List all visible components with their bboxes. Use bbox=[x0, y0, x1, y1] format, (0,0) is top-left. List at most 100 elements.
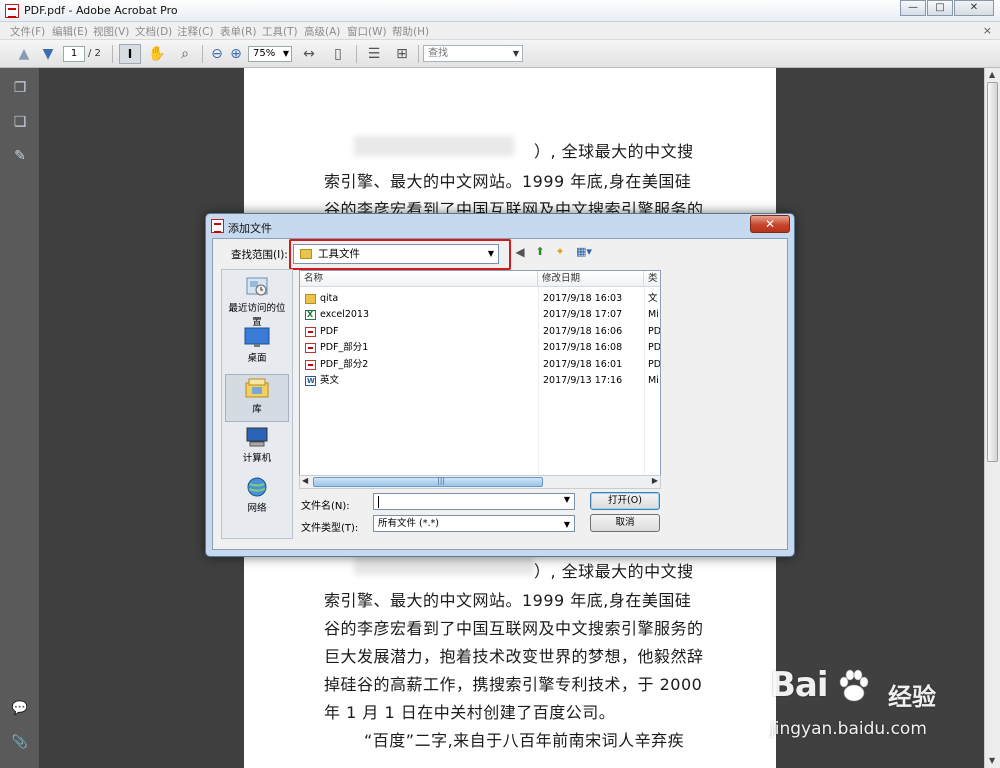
scrollbar-thumb[interactable]: ||| bbox=[313, 476, 543, 487]
marquee-zoom-icon[interactable]: ⌕ bbox=[175, 44, 195, 64]
zoom-select[interactable]: 75% ▼ bbox=[248, 46, 292, 62]
highlight-annotation bbox=[289, 239, 511, 270]
file-row[interactable]: PDF_部分1 2017/9/18 16:08 PD bbox=[300, 340, 660, 356]
chevron-down-icon: ▼ bbox=[282, 49, 289, 58]
place-network[interactable]: 网络 bbox=[225, 474, 289, 522]
zoom-out-icon[interactable]: ⊖ bbox=[207, 44, 227, 64]
menu-edit[interactable]: 编辑(E) bbox=[52, 24, 88, 39]
place-label: 桌面 bbox=[247, 353, 267, 364]
dialog-body: 查找范围(I): 工具文件 ▼ ◀ ⬆ ✦ ▦▾ 最近访问的位置 桌面 库 计算… bbox=[212, 238, 788, 550]
menu-bar: 文件(F) 编辑(E) 视图(V) 文档(D) 注释(C) 表单(R) 工具(T… bbox=[0, 22, 1000, 40]
file-row[interactable]: 英文 2017/9/13 17:16 Mi bbox=[300, 373, 660, 389]
scrolling-mode-icon[interactable]: ☰ bbox=[364, 44, 384, 64]
excel-file-icon bbox=[305, 307, 316, 323]
places-bar: 最近访问的位置 桌面 库 计算机 网络 bbox=[221, 269, 293, 539]
menu-tools[interactable]: 工具(T) bbox=[262, 24, 298, 39]
file-name: PDF_部分2 bbox=[320, 359, 369, 370]
doc-line: 巨大发展潜力，抱着技术改变世界的梦想，他毅然辞 bbox=[324, 647, 704, 666]
zoom-value: 75% bbox=[253, 48, 276, 59]
page-number-input[interactable]: 1 bbox=[63, 46, 85, 62]
chevron-down-icon[interactable]: ▼ bbox=[564, 495, 570, 504]
menu-document[interactable]: 文档(D) bbox=[135, 24, 172, 39]
select-tool-icon[interactable]: I bbox=[119, 44, 141, 64]
open-button[interactable]: 打开(O) bbox=[590, 492, 660, 510]
window-title: PDF.pdf - Adobe Acrobat Pro bbox=[24, 4, 178, 17]
doc-line: 谷的李彦宏看到了中国互联网及中文搜索引擎服务的 bbox=[324, 619, 704, 638]
file-name-input[interactable]: ▼ bbox=[373, 493, 575, 510]
place-recent[interactable]: 最近访问的位置 bbox=[225, 274, 289, 328]
baidu-watermark: Bai 经验 jingyan.baidu.com bbox=[770, 665, 970, 745]
previous-page-icon[interactable]: ▲ bbox=[14, 44, 34, 64]
maximize-button[interactable]: □ bbox=[927, 0, 953, 16]
view-menu-icon[interactable]: ▦▾ bbox=[573, 245, 595, 259]
menu-comments[interactable]: 注释(C) bbox=[177, 24, 214, 39]
up-folder-icon[interactable]: ⬆ bbox=[533, 245, 547, 259]
place-label: 计算机 bbox=[242, 453, 272, 464]
column-header-type[interactable]: 类 bbox=[644, 271, 660, 287]
file-type-select[interactable]: 所有文件 (*.*) ▼ bbox=[373, 515, 575, 532]
chevron-down-icon: ▼ bbox=[563, 520, 570, 529]
signatures-panel-icon[interactable]: ✎ bbox=[11, 146, 29, 166]
column-header-date[interactable]: 修改日期 bbox=[538, 271, 644, 287]
comments-panel-icon[interactable]: 💬 bbox=[11, 700, 29, 718]
zoom-in-icon[interactable]: ⊕ bbox=[226, 44, 246, 64]
back-icon[interactable]: ◀ bbox=[513, 245, 527, 259]
dialog-close-button[interactable]: ✕ bbox=[750, 215, 790, 233]
full-screen-icon[interactable]: ⊞ bbox=[392, 44, 412, 64]
menu-view[interactable]: 视图(V) bbox=[93, 24, 129, 39]
place-desktop[interactable]: 桌面 bbox=[225, 324, 289, 372]
file-row[interactable]: PDF_部分2 2017/9/18 16:01 PD bbox=[300, 357, 660, 373]
page-total: / 2 bbox=[88, 48, 101, 59]
attachments-panel-icon[interactable]: 📎 bbox=[11, 734, 29, 752]
scroll-right-icon[interactable]: ▶ bbox=[652, 476, 658, 485]
navigation-pane: ❐ ❑ ✎ 💬 📎 bbox=[0, 68, 40, 768]
fit-width-icon[interactable]: ↔ bbox=[299, 44, 319, 64]
scroll-down-icon[interactable]: ▼ bbox=[989, 756, 995, 765]
file-row[interactable]: qita 2017/9/18 16:03 文 bbox=[300, 291, 660, 307]
place-library[interactable]: 库 bbox=[225, 374, 289, 422]
file-date: 2017/9/18 17:07 bbox=[543, 309, 623, 320]
file-type: Mi bbox=[648, 309, 659, 320]
file-type: PD bbox=[648, 326, 661, 337]
acrobat-icon bbox=[5, 4, 19, 18]
folder-icon bbox=[305, 294, 316, 304]
watermark-brand-suffix: 经验 bbox=[888, 683, 936, 711]
obscured-text bbox=[354, 136, 514, 156]
menu-help[interactable]: 帮助(H) bbox=[392, 24, 429, 39]
menu-forms[interactable]: 表单(R) bbox=[220, 24, 257, 39]
column-header-name[interactable]: 名称 bbox=[300, 271, 538, 287]
minimize-button[interactable]: — bbox=[900, 0, 926, 16]
network-icon bbox=[244, 476, 270, 498]
place-computer[interactable]: 计算机 bbox=[225, 424, 289, 472]
horizontal-scrollbar[interactable]: ◀ ||| ▶ bbox=[299, 475, 661, 489]
new-folder-icon[interactable]: ✦ bbox=[553, 245, 567, 259]
recent-places-icon bbox=[244, 276, 270, 298]
file-date: 2017/9/18 16:01 bbox=[543, 359, 623, 370]
menu-window[interactable]: 窗口(W) bbox=[347, 24, 387, 39]
grip-icon: ||| bbox=[437, 476, 446, 485]
bookmarks-panel-icon[interactable]: ❑ bbox=[11, 112, 29, 132]
hand-tool-icon[interactable]: ✋ bbox=[147, 44, 167, 64]
acrobat-icon bbox=[211, 219, 224, 233]
doc-line: ）, 全球最大的中文搜 bbox=[534, 142, 694, 161]
find-input[interactable]: 查找 ▼ bbox=[423, 45, 523, 62]
fit-page-icon[interactable]: ▯ bbox=[328, 44, 348, 64]
place-label: 网络 bbox=[247, 503, 267, 514]
file-name-label: 文件名(N): bbox=[301, 501, 350, 512]
scrollbar-thumb[interactable] bbox=[987, 82, 998, 462]
scroll-left-icon[interactable]: ◀ bbox=[302, 476, 308, 485]
next-page-icon[interactable]: ▼ bbox=[38, 44, 58, 64]
menu-advanced[interactable]: 高级(A) bbox=[304, 24, 340, 39]
file-row[interactable]: PDF 2017/9/18 16:06 PD bbox=[300, 324, 661, 340]
toolbar-separator bbox=[356, 45, 357, 63]
vertical-scrollbar[interactable]: ▲ ▼ bbox=[984, 68, 1000, 768]
scroll-up-icon[interactable]: ▲ bbox=[989, 70, 995, 79]
close-button[interactable]: ✕ bbox=[954, 0, 994, 16]
menu-file[interactable]: 文件(F) bbox=[10, 24, 45, 39]
cancel-button[interactable]: 取消 bbox=[590, 514, 660, 532]
doc-line: ）, 全球最大的中文搜 bbox=[534, 562, 694, 581]
file-row[interactable]: excel2013 2017/9/18 17:07 Mi bbox=[300, 307, 660, 323]
file-list[interactable]: 名称 修改日期 类 qita 2017/9/18 16:03 文 excel20… bbox=[299, 270, 661, 476]
pages-panel-icon[interactable]: ❐ bbox=[11, 78, 29, 98]
document-close-button[interactable]: × bbox=[983, 24, 992, 37]
